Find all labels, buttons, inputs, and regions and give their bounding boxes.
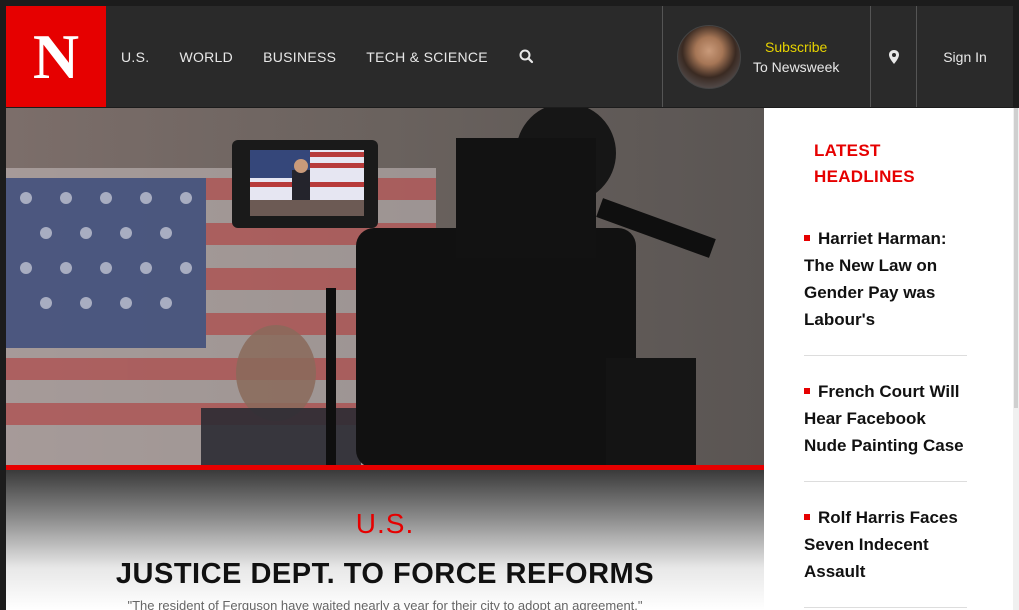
scrollbar-thumb[interactable] (1014, 108, 1018, 408)
bullet-icon (804, 234, 810, 241)
nav-tech-science[interactable]: TECH & SCIENCE (366, 49, 488, 65)
hero-section-label[interactable]: U.S. (6, 508, 764, 540)
headline-text: French Court Will Hear Facebook Nude Pai… (804, 382, 964, 455)
hero-headline[interactable]: JUSTICE DEPT. TO FORCE REFORMS (6, 558, 764, 591)
headline-item[interactable]: French Court Will Hear Facebook Nude Pai… (804, 378, 967, 482)
bullet-icon (804, 387, 810, 394)
hero-subtitle: "The resident of Ferguson have waited ne… (127, 598, 643, 610)
subscribe-sublabel: To Newsweek (753, 58, 840, 75)
nav-business[interactable]: BUSINESS (263, 49, 336, 65)
heading-line-2: HEADLINES (814, 167, 915, 186)
headline-item[interactable]: Rolf Harris Faces Seven Indecent Assault (804, 504, 967, 608)
headline-item[interactable]: Harriet Harman: The New Law on Gender Pa… (804, 225, 967, 356)
latest-headlines-sidebar: LATEST HEADLINES Harriet Harman: The New… (764, 108, 1013, 610)
main-nav: U.S. WORLD BUSINESS TECH & SCIENCE (121, 48, 536, 66)
page-scrollbar[interactable] (1013, 108, 1019, 610)
nav-us[interactable]: U.S. (121, 49, 149, 65)
search-icon[interactable] (518, 48, 536, 66)
subscribe-button[interactable]: Subscribe To Newsweek (662, 6, 870, 107)
nav-world[interactable]: WORLD (179, 49, 233, 65)
subscribe-label: Subscribe (765, 38, 828, 55)
location-pin-icon[interactable] (870, 6, 916, 107)
hero-article[interactable]: U.S. JUSTICE DEPT. TO FORCE REFORMS "The… (6, 108, 764, 610)
headline-text: Harriet Harman: The New Law on Gender Pa… (804, 229, 947, 329)
headline-text: Rolf Harris Faces Seven Indecent Assault (804, 508, 958, 581)
latest-headlines-heading: LATEST HEADLINES (814, 138, 915, 190)
newsweek-logo[interactable]: N (6, 6, 106, 107)
bullet-icon (804, 513, 810, 520)
heading-line-1: LATEST (814, 141, 881, 160)
subscribe-cover-avatar (677, 24, 741, 89)
sign-in-link[interactable]: Sign In (916, 6, 1013, 107)
headline-list: Harriet Harman: The New Law on Gender Pa… (804, 225, 967, 610)
top-navigation-bar: N U.S. WORLD BUSINESS TECH & SCIENCE Sub… (6, 6, 1013, 107)
hero-photo[interactable] (6, 108, 764, 468)
